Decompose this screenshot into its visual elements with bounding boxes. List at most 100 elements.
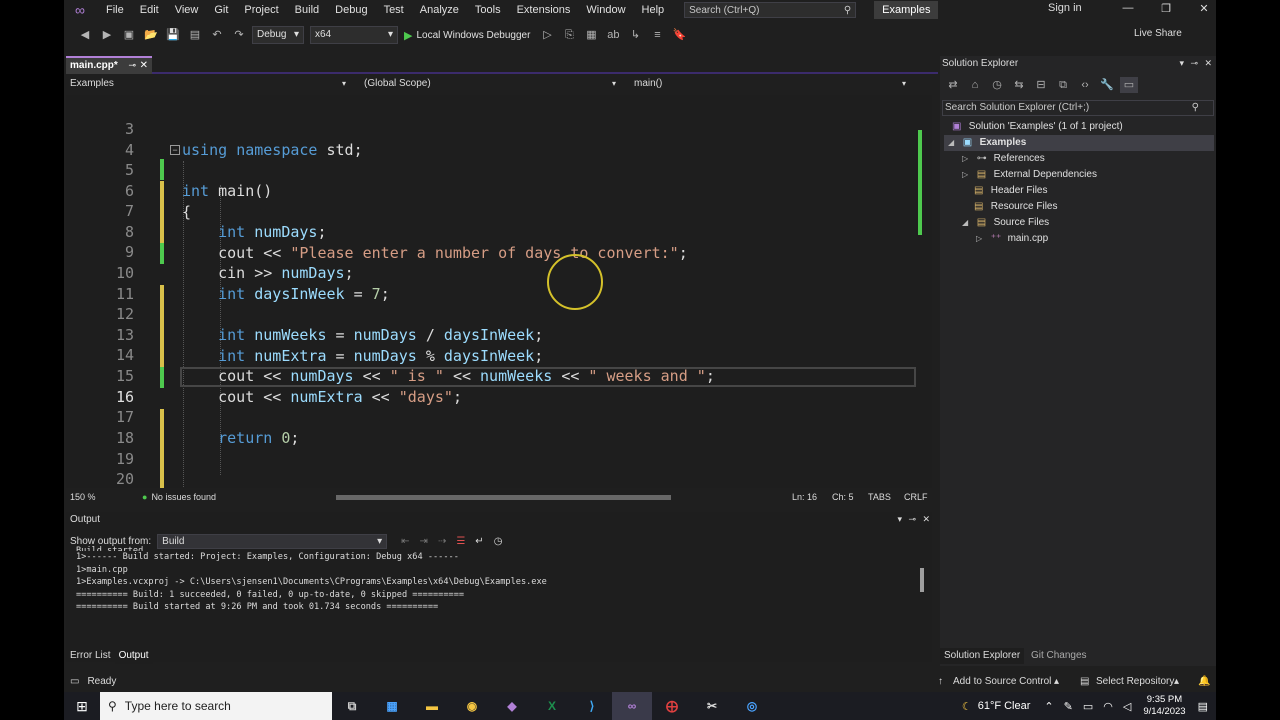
close-panel-icon[interactable]: ✕ [1204,58,1212,69]
pin-icon[interactable]: ⊸ [908,514,916,525]
collapse-all-icon[interactable]: ⊟ [1032,77,1050,93]
close-tab-icon[interactable]: ✕ [140,58,148,73]
menu-project[interactable]: Project [236,0,286,20]
forward-icon[interactable]: ▶ [98,27,116,43]
tray-chevron-icon[interactable]: ⌃ [1044,700,1053,713]
start-debugging-icon[interactable]: ▶ [404,29,412,42]
show-all-files-icon[interactable]: ⧉ [1054,77,1072,93]
line-ending-indicator[interactable]: CRLF [904,492,928,502]
collapsed-icon[interactable]: ▷ [962,151,974,167]
chrome-icon[interactable]: ◉ [452,692,492,720]
menu-git[interactable]: Git [206,0,236,20]
step-icon[interactable]: ↳ [626,27,644,43]
code-editor[interactable]: − 3 using namespace std; 4 5 int main() … [66,95,932,488]
bookmark-icon[interactable]: 🔖 [670,27,688,43]
collapsed-icon[interactable]: ▷ [976,231,988,247]
browse-icon[interactable]: ⎘ [560,27,578,43]
expanded-icon[interactable]: ◢ [962,215,974,231]
issues-status[interactable]: No issues found [151,492,216,502]
panel-menu-icon[interactable]: ▾ [1179,58,1184,69]
store-icon[interactable]: ▦ [372,692,412,720]
member-dropdown[interactable]: main() ▾ [622,76,912,92]
live-share-button[interactable]: Live Share [1134,28,1182,39]
scrollbar-thumb[interactable] [918,130,922,235]
taskbar-search-input[interactable]: ⚲ Type here to search [100,692,332,720]
spell-check-icon[interactable]: ab [604,27,622,43]
restore-icon[interactable]: ❐ [1158,2,1174,15]
notifications-icon[interactable]: ▤ [1198,700,1208,713]
open-file-icon[interactable]: 📂 [142,27,160,43]
output-scrollbar[interactable] [918,558,926,638]
tab-error-list[interactable]: Error List [66,648,115,664]
tree-item-resource-files[interactable]: ▤ Resource Files [974,199,1057,215]
battery-icon[interactable]: ▭ [1083,700,1093,713]
speaker-icon[interactable]: ◁ [1123,700,1131,713]
clock[interactable]: 9:35 PM 9/14/2023 [1143,694,1185,718]
visual-studio-icon[interactable]: ∞ [612,692,652,720]
tree-item-solution[interactable]: ▣ Solution 'Examples' (1 of 1 project) [952,119,1123,135]
menu-edit[interactable]: Edit [132,0,167,20]
redo-icon[interactable]: ↷ [230,27,248,43]
editor-vertical-scrollbar[interactable] [916,95,928,488]
wifi-icon[interactable]: ◠ [1103,700,1113,713]
platform-select[interactable]: x64 ▾ [310,26,398,44]
align-icon[interactable]: ≡ [648,27,666,43]
minimize-icon[interactable]: — [1120,2,1136,14]
switch-views-icon[interactable]: ⇄ [944,77,962,93]
pin-icon[interactable]: ⊸ [128,58,136,73]
start-debugger-button[interactable]: Local Windows Debugger [416,30,530,41]
tree-item-source-files[interactable]: ◢ ▤ Source Files [962,215,1049,231]
app-icon[interactable]: ◆ [492,692,532,720]
tab-solution-explorer[interactable]: Solution Explorer [940,648,1025,664]
add-source-control-button[interactable]: Add to Source Control [953,676,1051,687]
obs-icon[interactable]: ◎ [732,692,772,720]
pin-icon[interactable]: ⊸ [1190,58,1198,69]
menu-help[interactable]: Help [634,0,673,20]
snipping-tool-icon[interactable]: ✂ [692,692,732,720]
solution-search-input[interactable]: Search Solution Explorer (Ctrl+;) ⚲ [942,100,1214,116]
sign-in-link[interactable]: Sign in [1048,2,1082,14]
sync-icon[interactable]: ⇆ [1010,77,1028,93]
project-dropdown[interactable]: Examples ▾ [66,76,352,92]
tree-item-external-dependencies[interactable]: ▷ ▤ External Dependencies [962,167,1097,183]
acrobat-icon[interactable]: ⨁ [652,692,692,720]
save-icon[interactable]: 💾 [164,27,182,43]
collapsed-icon[interactable]: ▷ [962,167,974,183]
configuration-select[interactable]: Debug ▾ [252,26,304,44]
properties-icon[interactable]: 🔧 [1098,77,1116,93]
tree-item-main-cpp[interactable]: ▷ ⁺⁺ main.cpp [976,231,1048,247]
vscode-icon[interactable]: ⟩ [572,692,612,720]
preview-icon[interactable]: ▭ [1120,77,1138,93]
menu-test[interactable]: Test [376,0,412,20]
task-view-icon[interactable]: ⧉ [332,692,372,720]
zoom-level[interactable]: 150 % [66,492,114,502]
close-window-icon[interactable]: ✕ [1196,2,1212,15]
code-view-icon[interactable]: ‹› [1076,77,1094,93]
close-panel-icon[interactable]: ✕ [922,514,930,525]
tab-output[interactable]: Output [114,648,153,664]
tree-item-references[interactable]: ▷ ⊶ References [962,151,1045,167]
menu-view[interactable]: View [167,0,207,20]
tabs-indicator[interactable]: TABS [868,492,891,502]
editor-horizontal-scrollbar[interactable] [336,495,671,500]
scrollbar-thumb[interactable] [920,568,924,592]
home-icon[interactable]: ⌂ [966,77,984,93]
pen-icon[interactable]: ✎ [1064,700,1073,713]
file-explorer-icon[interactable]: ▬ [412,692,452,720]
tab-main-cpp[interactable]: main.cpp* ⊸ ✕ [66,56,152,74]
tree-item-project[interactable]: ◢ ▣ Examples [944,135,1214,151]
menu-tools[interactable]: Tools [467,0,509,20]
menu-extensions[interactable]: Extensions [509,0,579,20]
tab-git-changes[interactable]: Git Changes [1027,648,1091,664]
menu-window[interactable]: Window [578,0,633,20]
bell-icon[interactable]: 🔔 [1198,676,1210,687]
start-without-debugging-icon[interactable]: ▷ [538,27,556,43]
panel-menu-icon[interactable]: ▾ [897,514,902,525]
save-all-icon[interactable]: ▤ [186,27,204,43]
windows-start-icon[interactable]: ⊞ [64,698,100,715]
menu-file[interactable]: File [98,0,132,20]
tree-item-header-files[interactable]: ▤ Header Files [974,183,1047,199]
global-search-input[interactable]: Search (Ctrl+Q) ⚲ [684,2,857,18]
layout-icon[interactable]: ▦ [582,27,600,43]
menu-analyze[interactable]: Analyze [412,0,467,20]
